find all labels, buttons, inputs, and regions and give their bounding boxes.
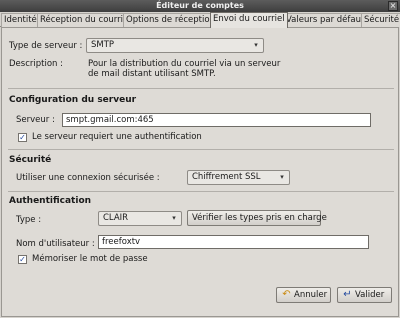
separator bbox=[8, 149, 394, 150]
server-config-heading: Configuration du serveur bbox=[9, 95, 137, 105]
secure-connection-label: Utiliser une connexion sécurisée : bbox=[16, 173, 160, 183]
security-heading: Sécurité bbox=[9, 155, 52, 165]
username-label: Nom d'utilisateur : bbox=[16, 239, 95, 249]
title-bar: Éditeur de comptes × bbox=[0, 0, 400, 12]
validate-button[interactable]: ↵ Valider bbox=[337, 287, 392, 303]
tab-valeurs-defaut[interactable]: Valeurs par défaut bbox=[283, 13, 368, 27]
server-label: Serveur : bbox=[16, 115, 55, 125]
server-type-label: Type de serveur : bbox=[9, 41, 83, 51]
description-line-2: de mail distant utilisant SMTP. bbox=[88, 69, 216, 79]
description-line-1: Pour la distribution du courriel via un … bbox=[88, 59, 281, 69]
auth-type-label: Type : bbox=[16, 215, 42, 225]
cancel-label: Annuler bbox=[294, 290, 328, 300]
validate-label: Valider bbox=[355, 290, 385, 300]
check-supported-types-button[interactable]: Vérifier les types pris en charge bbox=[187, 210, 327, 226]
secure-connection-value: Chiffrement SSL bbox=[192, 172, 261, 182]
tab-envoi-courriel[interactable]: Envoi du courriel bbox=[210, 12, 288, 28]
close-icon[interactable]: × bbox=[388, 1, 398, 11]
tab-reception-courriel[interactable]: Réception du courriel bbox=[37, 13, 134, 27]
separator bbox=[8, 191, 394, 192]
chevron-down-icon: ▾ bbox=[172, 214, 176, 222]
remember-password-checkbox[interactable]: ✓ bbox=[18, 255, 27, 264]
auth-type-value: CLAIR bbox=[103, 213, 129, 223]
tab-identite[interactable]: Identité bbox=[1, 13, 40, 27]
description-label: Description : bbox=[9, 59, 63, 69]
separator bbox=[8, 88, 394, 89]
auth-required-label: Le serveur requiert une authentification bbox=[32, 132, 202, 142]
tab-bar: Identité Réception du courriel Options d… bbox=[0, 12, 400, 28]
auth-required-checkbox[interactable]: ✓ bbox=[18, 133, 27, 142]
send-mail-panel: Type de serveur : SMTP ▾ Description : P… bbox=[1, 27, 399, 317]
chevron-down-icon: ▾ bbox=[254, 41, 258, 49]
authentication-heading: Authentification bbox=[9, 196, 92, 206]
server-type-value: SMTP bbox=[91, 40, 115, 50]
username-input[interactable]: freefoxtv bbox=[98, 235, 369, 249]
secure-connection-select[interactable]: Chiffrement SSL ▾ bbox=[187, 170, 290, 185]
window-title: Éditeur de comptes bbox=[156, 1, 244, 10]
chevron-down-icon: ▾ bbox=[280, 173, 284, 181]
enter-arrow-icon: ↵ bbox=[343, 289, 352, 300]
server-type-select[interactable]: SMTP ▾ bbox=[86, 38, 264, 53]
remember-password-label: Mémoriser le mot de passe bbox=[32, 254, 148, 264]
tab-securite[interactable]: Sécurité bbox=[361, 13, 400, 27]
undo-arrow-icon: ↶ bbox=[282, 289, 291, 300]
tab-options-reception[interactable]: Options de réception bbox=[123, 13, 218, 27]
server-input[interactable]: smpt.gmail.com:465 bbox=[62, 113, 371, 127]
cancel-button[interactable]: ↶ Annuler bbox=[276, 287, 331, 303]
auth-type-select[interactable]: CLAIR ▾ bbox=[98, 211, 182, 226]
